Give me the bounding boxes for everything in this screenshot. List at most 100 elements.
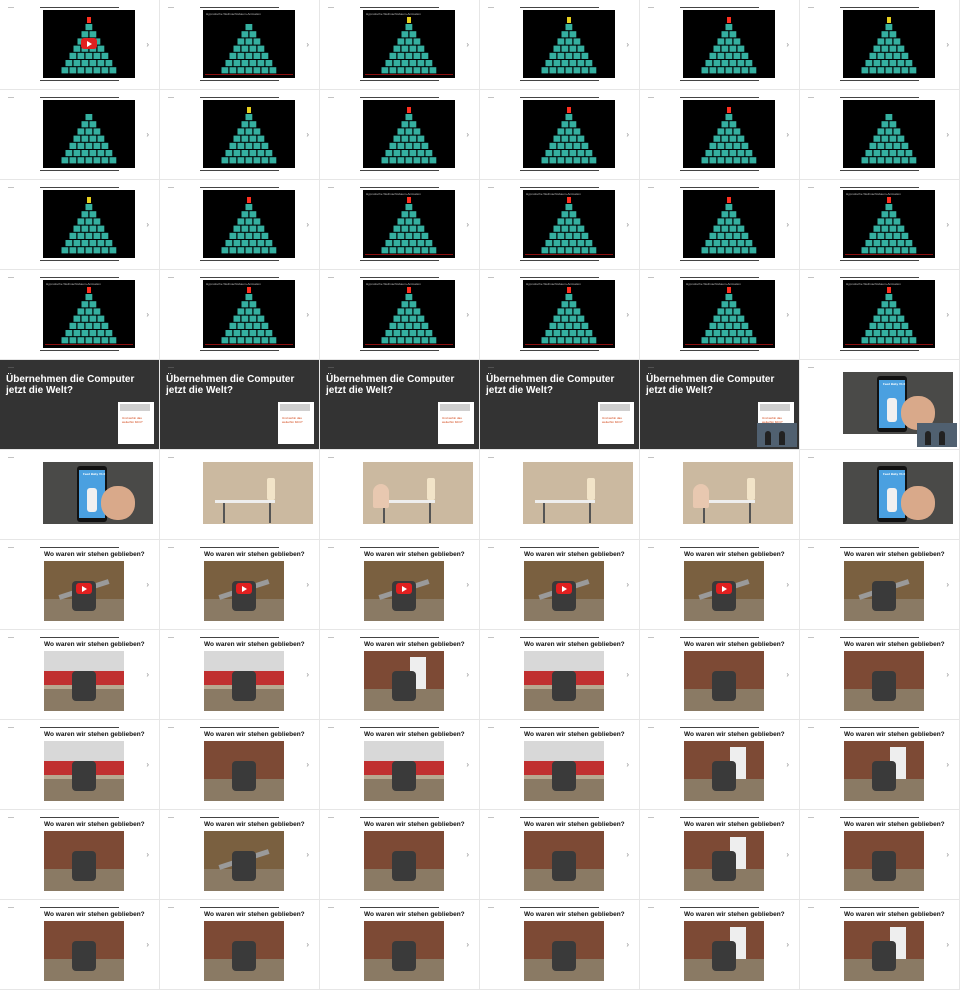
tree-video[interactable] xyxy=(363,100,455,168)
robot-video[interactable] xyxy=(684,921,764,981)
slide-thumbnail[interactable]: — Wo waren wir stehen geblieben? › xyxy=(0,900,160,990)
slide-thumbnail[interactable]: — Hypnotische Weihnachtsbaum-Animation › xyxy=(800,270,960,360)
robot-video[interactable] xyxy=(204,921,284,981)
slide-thumbnail[interactable]: — › xyxy=(320,90,480,180)
slide-thumbnail[interactable]: — Hypnotische Weihnachtsbaum-Animation › xyxy=(480,270,640,360)
slide-thumbnail[interactable]: — Wo waren wir stehen geblieben? › xyxy=(160,720,320,810)
video-progress-bar[interactable] xyxy=(205,344,293,345)
robot-video[interactable] xyxy=(844,651,924,711)
slide-thumbnail[interactable]: — Übernehmen die Computer jetzt die Welt?… xyxy=(0,360,160,450)
tree-video[interactable] xyxy=(43,100,135,168)
robot-video[interactable] xyxy=(684,651,764,711)
slide-thumbnail[interactable]: — Wo waren wir stehen geblieben? › xyxy=(320,540,480,630)
slide-thumbnail[interactable]: — Wo waren wir stehen geblieben? › xyxy=(800,900,960,990)
slide-thumbnail[interactable]: — Hypnotische Weihnachtsbaum-Animation › xyxy=(160,0,320,90)
slide-thumbnail[interactable]: — Wo waren wir stehen geblieben? › xyxy=(640,630,800,720)
slide-thumbnail[interactable]: — Übernehmen die Computer jetzt die Welt?… xyxy=(160,360,320,450)
slide-thumbnail[interactable]: — Hypnotische Weihnachtsbaum-Animation › xyxy=(0,270,160,360)
tree-video[interactable]: Hypnotische Weihnachtsbaum-Animation xyxy=(683,280,775,348)
slide-thumbnail[interactable]: — Wo waren wir stehen geblieben? › xyxy=(160,630,320,720)
slide-thumbnail[interactable]: — Hypnotische Weihnachtsbaum-Animation › xyxy=(480,180,640,270)
slide-thumbnail[interactable]: — Wo waren wir stehen geblieben? › xyxy=(480,900,640,990)
slide-thumbnail[interactable]: — › xyxy=(0,90,160,180)
robot-video[interactable] xyxy=(524,651,604,711)
robot-video[interactable] xyxy=(44,561,124,621)
tree-video[interactable] xyxy=(683,100,775,168)
slide-thumbnail[interactable]: — xyxy=(640,450,800,540)
robot-video[interactable] xyxy=(204,741,284,801)
slide-thumbnail[interactable]: — Hypnotische Weihnachtsbaum-Animation › xyxy=(320,180,480,270)
video-progress-bar[interactable] xyxy=(365,344,453,345)
tree-video[interactable]: Hypnotische Weihnachtsbaum-Animation xyxy=(843,280,935,348)
slide-thumbnail[interactable]: — › xyxy=(800,90,960,180)
slide-thumbnail[interactable]: — Wo waren wir stehen geblieben? › xyxy=(320,810,480,900)
slide-thumbnail[interactable]: — Wo waren wir stehen geblieben? › xyxy=(640,810,800,900)
video-progress-bar[interactable] xyxy=(845,344,933,345)
slide-thumbnail[interactable]: — Feed Baby V1.0 xyxy=(800,360,960,450)
slide-thumbnail[interactable]: — Hypnotische Weihnachtsbaum-Animation › xyxy=(800,180,960,270)
robot-video[interactable] xyxy=(204,651,284,711)
slide-thumbnail[interactable]: — Hypnotische Weihnachtsbaum-Animation › xyxy=(160,270,320,360)
video-progress-bar[interactable] xyxy=(525,344,613,345)
slide-thumbnail[interactable]: — Wo waren wir stehen geblieben? › xyxy=(160,810,320,900)
slide-thumbnail[interactable]: — Wo waren wir stehen geblieben? › xyxy=(480,720,640,810)
slide-thumbnail[interactable]: — Feed Baby V1.0 xyxy=(800,450,960,540)
tree-video[interactable]: Hypnotische Weihnachtsbaum-Animation xyxy=(523,190,615,258)
play-button-icon[interactable] xyxy=(396,583,412,594)
tree-video[interactable] xyxy=(523,10,615,78)
tree-video[interactable] xyxy=(683,10,775,78)
tree-video[interactable]: Hypnotische Weihnachtsbaum-Animation xyxy=(43,280,135,348)
tree-video[interactable] xyxy=(43,10,135,78)
tree-video[interactable] xyxy=(203,190,295,258)
tree-video[interactable]: Hypnotische Weihnachtsbaum-Animation xyxy=(843,190,935,258)
play-button-icon[interactable] xyxy=(76,583,92,594)
tree-video[interactable] xyxy=(683,190,775,258)
video-progress-bar[interactable] xyxy=(685,344,773,345)
slide-thumbnail[interactable]: — › xyxy=(160,180,320,270)
slide-thumbnail[interactable]: — Hypnotische Weihnachtsbaum-Animation › xyxy=(640,270,800,360)
robot-video[interactable] xyxy=(364,921,444,981)
kitchen-robot-photo[interactable] xyxy=(203,462,313,524)
slide-thumbnail[interactable]: — Wo waren wir stehen geblieben? › xyxy=(640,720,800,810)
slide-thumbnail[interactable]: — Wo waren wir stehen geblieben? › xyxy=(480,810,640,900)
tree-video[interactable] xyxy=(843,100,935,168)
play-button-icon[interactable] xyxy=(556,583,572,594)
slide-thumbnail[interactable]: — › xyxy=(480,0,640,90)
robot-video[interactable] xyxy=(684,561,764,621)
robot-video[interactable] xyxy=(684,831,764,891)
slide-thumbnail[interactable]: — › xyxy=(640,90,800,180)
video-progress-bar[interactable] xyxy=(845,254,933,255)
tree-video[interactable]: Hypnotische Weihnachtsbaum-Animation xyxy=(203,10,295,78)
slide-thumbnail[interactable]: — Wo waren wir stehen geblieben? › xyxy=(0,630,160,720)
phone-app-photo[interactable]: Feed Baby V1.0 xyxy=(843,462,953,524)
tree-video[interactable]: Hypnotische Weihnachtsbaum-Animation xyxy=(363,280,455,348)
slide-thumbnail[interactable]: — Übernehmen die Computer jetzt die Welt?… xyxy=(480,360,640,450)
robot-video[interactable] xyxy=(364,831,444,891)
slide-thumbnail[interactable]: — › xyxy=(480,90,640,180)
slide-thumbnail[interactable]: — › xyxy=(640,180,800,270)
robot-video[interactable] xyxy=(44,651,124,711)
tree-video[interactable]: Hypnotische Weihnachtsbaum-Animation xyxy=(363,190,455,258)
tree-video[interactable] xyxy=(43,190,135,258)
robot-video[interactable] xyxy=(44,831,124,891)
play-button-icon[interactable] xyxy=(81,38,97,49)
robot-video[interactable] xyxy=(844,561,924,621)
play-button-icon[interactable] xyxy=(716,583,732,594)
slide-thumbnail[interactable]: — Wo waren wir stehen geblieben? › xyxy=(800,630,960,720)
video-progress-bar[interactable] xyxy=(525,254,613,255)
kitchen-robot-photo[interactable] xyxy=(683,462,793,524)
tree-video[interactable]: Hypnotische Weihnachtsbaum-Animation xyxy=(363,10,455,78)
video-progress-bar[interactable] xyxy=(45,344,133,345)
robot-video[interactable] xyxy=(524,921,604,981)
slide-thumbnail[interactable]: — Wo waren wir stehen geblieben? › xyxy=(800,810,960,900)
slide-thumbnail[interactable]: — › xyxy=(0,180,160,270)
slide-thumbnail[interactable]: — xyxy=(480,450,640,540)
tree-video[interactable] xyxy=(203,100,295,168)
robot-video[interactable] xyxy=(684,741,764,801)
slide-thumbnail[interactable]: — Feed Baby V1.0 xyxy=(0,450,160,540)
tree-video[interactable] xyxy=(843,10,935,78)
robot-video[interactable] xyxy=(844,741,924,801)
play-button-icon[interactable] xyxy=(236,583,252,594)
slide-thumbnail[interactable]: — Hypnotische Weihnachtsbaum-Animation › xyxy=(320,0,480,90)
slide-thumbnail[interactable]: — Wo waren wir stehen geblieben? › xyxy=(0,540,160,630)
